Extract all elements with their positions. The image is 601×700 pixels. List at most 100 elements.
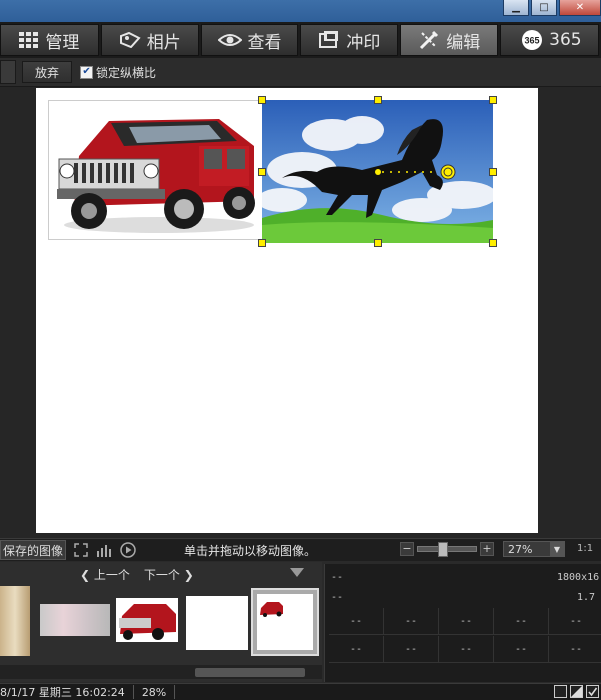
toolbar-left-button[interactable] [0, 60, 16, 84]
rotate-handle[interactable] [370, 162, 460, 182]
scrollbar-thumb[interactable] [195, 668, 305, 677]
print-icon [319, 31, 339, 48]
hummer-car-image [49, 101, 262, 239]
car-thumbnail-image [119, 604, 176, 640]
info-row2-left: -- [331, 592, 344, 603]
tab-label: 编辑 [446, 32, 481, 53]
info-row1-left: -- [331, 572, 344, 583]
filmstrip: ❮ 上一个 下一个 ❯ [0, 562, 322, 682]
thumbnail-blank[interactable] [186, 596, 248, 650]
tab-edit[interactable]: 编辑 [400, 24, 499, 56]
chevron-down-icon[interactable]: ▼ [550, 542, 564, 556]
edit-toolbar: 放弃 ✔ 锁定纵横比 [0, 58, 601, 87]
minimize-icon[interactable]: ▁ [503, 0, 529, 16]
zoom-control: − + 27% ▼ [400, 541, 565, 557]
zoom-out-button[interactable]: − [400, 542, 414, 556]
tab-365[interactable]: 365 365 [500, 24, 600, 56]
tab-manage[interactable]: 管理 [0, 24, 99, 56]
tab-print[interactable]: 冲印 [300, 24, 399, 56]
exif-cell: -- [384, 608, 439, 635]
info-panel: -- 1800x16 -- 1.7 -- -- -- -- -- -- -- -… [324, 564, 601, 682]
tab-label: 365 [549, 30, 582, 50]
divider [174, 685, 176, 699]
exif-cell: -- [439, 636, 494, 663]
thumbnail[interactable] [40, 604, 110, 636]
zoom-select[interactable]: 27% ▼ [503, 541, 565, 557]
svg-text:365: 365 [525, 36, 540, 46]
exif-cell: -- [494, 608, 549, 635]
fullscreen-icon[interactable] [74, 543, 88, 557]
histogram-icon[interactable] [96, 543, 112, 557]
resize-handle-bottom-right[interactable] [489, 239, 497, 247]
close-icon[interactable]: ✕ [559, 0, 601, 16]
tab-label: 相片 [146, 32, 181, 53]
next-label: 下一个 [143, 567, 180, 582]
maximize-icon[interactable]: □ [531, 0, 557, 16]
diagonal-split-icon[interactable] [570, 685, 583, 698]
actual-size-button[interactable]: 1:1 [577, 543, 593, 554]
resize-handle-right[interactable] [489, 168, 497, 176]
lock-aspect-ratio-label: 锁定纵横比 [96, 65, 157, 80]
exif-cell: -- [439, 608, 494, 635]
tab-label: 冲印 [346, 32, 381, 53]
editing-workspace [0, 87, 601, 538]
thumbnail-list [0, 586, 322, 660]
previous-label: 上一个 [93, 567, 130, 582]
zoom-slider[interactable] [417, 542, 477, 557]
tab-label: 管理 [45, 32, 80, 53]
edit-tools-icon [420, 30, 439, 50]
divider [132, 685, 134, 699]
zoom-slider-knob[interactable] [438, 542, 448, 557]
date-time: 8/1/17 星期三 16:02:24 [0, 686, 125, 699]
previous-button[interactable]: ❮ 上一个 [80, 566, 130, 583]
saved-images-button[interactable]: 保存的图像 [0, 540, 67, 560]
square-icon[interactable] [554, 685, 567, 698]
grid-icon [19, 32, 39, 48]
thumbnail-selected[interactable] [251, 588, 319, 656]
checkmark-icon[interactable] [586, 685, 599, 698]
exif-cell: -- [549, 608, 601, 635]
info-row2-right: 1.7 [577, 592, 596, 603]
window-controls: ▁ □ ✕ [503, 0, 601, 16]
filmstrip-nav: ❮ 上一个 下一个 ❯ [0, 564, 322, 584]
collage-thumbnail-image [260, 602, 283, 617]
title-bar: ▁ □ ✕ [0, 0, 601, 22]
exif-cell: -- [329, 608, 384, 635]
thumbnail-car[interactable] [116, 598, 178, 642]
exif-cell: -- [329, 636, 384, 663]
thumbnail[interactable] [0, 586, 30, 656]
car-photo[interactable] [48, 100, 263, 240]
checkbox-box[interactable]: ✔ [80, 65, 94, 79]
eye-icon [217, 34, 242, 46]
slideshow-play-icon[interactable] [120, 542, 136, 558]
lock-aspect-ratio-checkbox[interactable]: ✔ 锁定纵横比 [80, 64, 156, 81]
bottom-status-bar: 8/1/17 星期三 16:02:24 28% [0, 683, 601, 700]
tab-view[interactable]: 查看 [200, 24, 299, 56]
zoom-percent: 28% [141, 685, 167, 699]
365-badge-icon: 365 [522, 30, 543, 50]
filmstrip-menu-icon[interactable] [290, 568, 304, 577]
resize-handle-left[interactable] [258, 168, 266, 176]
resize-handle-top-left[interactable] [258, 96, 266, 104]
exif-cell: -- [384, 636, 439, 663]
view-status-bar: 保存的图像 单击并拖动以移动图像。 − + 27% ▼ 1:1 [0, 538, 601, 561]
zoom-in-button[interactable]: + [480, 542, 494, 556]
resize-handle-top[interactable] [374, 96, 382, 104]
discard-button[interactable]: 放弃 [22, 61, 73, 83]
resize-handle-top-right[interactable] [489, 96, 497, 104]
collage-canvas[interactable] [36, 88, 538, 533]
exif-cell: -- [494, 636, 549, 663]
photo-tag-icon [119, 32, 141, 48]
filmstrip-scrollbar[interactable] [0, 665, 322, 679]
tab-label: 查看 [247, 32, 282, 53]
zoom-value: 27% [508, 542, 533, 556]
image-dimensions: 1800x16 [557, 572, 600, 583]
mode-tab-bar: 管理 相片 查看 冲印 编辑 365 365 [0, 22, 601, 58]
resize-handle-bottom-left[interactable] [258, 239, 266, 247]
exif-grid: -- -- -- -- -- -- -- -- -- -- [329, 608, 601, 664]
resize-handle-bottom[interactable] [374, 239, 382, 247]
tab-photos[interactable]: 相片 [100, 24, 199, 56]
next-button[interactable]: 下一个 ❯ [144, 566, 194, 583]
status-hint: 单击并拖动以移动图像。 [184, 543, 317, 558]
exif-cell: -- [549, 636, 601, 663]
